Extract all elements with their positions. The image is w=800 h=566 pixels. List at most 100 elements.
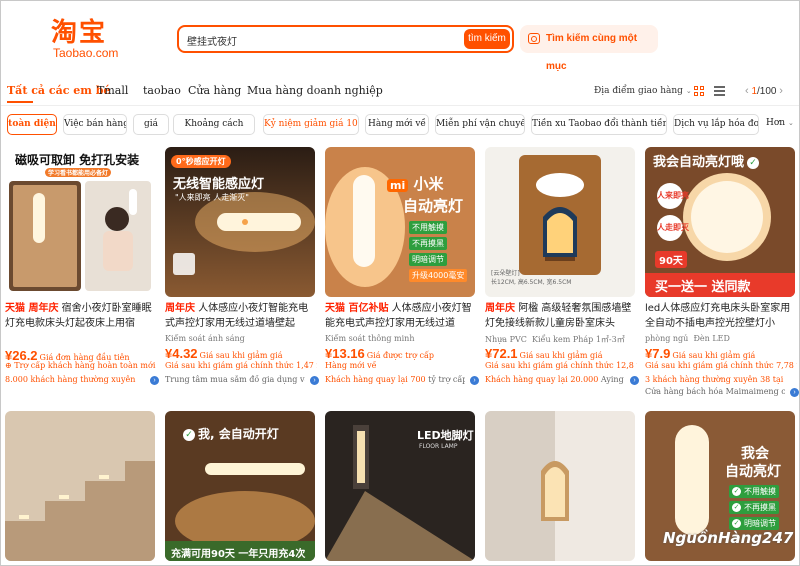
overlay-headline: LED地脚灯 bbox=[417, 429, 474, 442]
overlay-headline-2: 自动亮灯 bbox=[725, 464, 781, 480]
product-note: Hàng mới về bbox=[325, 361, 377, 370]
product-style: Kiểu kem Pháp 1㎡-3㎡ bbox=[532, 335, 625, 344]
product-attribute: Nhựa PVC Kiểu kem Pháp 1㎡-3㎡ bbox=[485, 334, 635, 345]
product-image[interactable]: [云朵壁灯] 长12CM, 高6.5CM, 宽6.5CM bbox=[485, 147, 635, 297]
store-link-icon[interactable]: › bbox=[630, 376, 639, 385]
store-link-icon[interactable]: › bbox=[150, 376, 159, 385]
overlay-promo: 买一送一 送同款 bbox=[655, 280, 751, 295]
product-image[interactable] bbox=[485, 411, 635, 561]
overlay-headline: 自动亮灯 bbox=[403, 197, 464, 215]
filter-new-arrivals[interactable]: Hàng mới về bbox=[365, 114, 429, 135]
filter-invoice-service[interactable]: Dịch vụ lắp hóa đơn bbox=[673, 114, 759, 135]
tab-all[interactable]: Tất cả các em bé bbox=[7, 83, 110, 99]
ship-to-label: Địa điểm giao hàng bbox=[594, 86, 683, 96]
overlay-badge: 人来即亮 bbox=[657, 183, 689, 209]
product-sold: 3 khách hàng thường xuyên 38 tại cửa bbox=[645, 375, 785, 384]
filter-distance[interactable]: Khoảng cách bbox=[173, 114, 255, 135]
product-title[interactable]: led人体感应灯充电床头卧室家用全自动不插电声控光控壁灯小 bbox=[645, 301, 797, 331]
product-sold-extra: tỷ trợ cấp bbox=[428, 375, 465, 384]
feature-label: 升级4000毫安 bbox=[409, 269, 468, 282]
ship-to-dropdown[interactable]: Địa điểm giao hàng ⌄ bbox=[594, 86, 692, 96]
product-tag: 周年庆 bbox=[485, 303, 515, 314]
store-link-icon[interactable]: › bbox=[310, 376, 319, 385]
chevron-down-icon: ⌄ bbox=[787, 119, 794, 127]
grid-view-icon[interactable] bbox=[694, 86, 704, 96]
product-price: ¥4.32 Giá sau khi giảm giá bbox=[165, 346, 320, 361]
watermark: NguồnHàng247 bbox=[663, 529, 794, 547]
image-search-button[interactable]: Tìm kiếm cùng một mục bbox=[520, 25, 658, 72]
product-attribute: phòng ngủ Đèn LED bbox=[645, 334, 795, 343]
price-value: ¥13.16 bbox=[325, 346, 365, 361]
product-title[interactable]: 周年庆 人体感应小夜灯智能充电式声控灯家用无线过道墙壁起 bbox=[165, 301, 317, 331]
product-title[interactable]: 天猫 百亿补贴 人体感应小夜灯智能充电式声控灯家用无线过道 bbox=[325, 301, 477, 331]
product-room: phòng ngủ bbox=[645, 334, 689, 343]
store-name: Trung tâm mua sắm đồ gia dụng và... bbox=[165, 375, 305, 384]
tab-business[interactable]: Mua hàng doanh nghiệp bbox=[247, 83, 383, 99]
store-name: Cửa hàng bách hóa Maimaimeng c... bbox=[645, 387, 785, 396]
taobao-logo[interactable]: 淘宝 Taobao.com bbox=[51, 19, 123, 59]
product-image[interactable]: ✓ 我, 会自动开灯 充满可用90天 一年只用充4次 bbox=[165, 411, 315, 561]
feature-text: 明暗调节 bbox=[744, 519, 776, 528]
page-total: /100 bbox=[757, 86, 777, 97]
feature-text: 不用触摸 bbox=[744, 487, 776, 496]
product-note: Giá sau khi giảm giá chính thức 1,47 nhâ… bbox=[165, 361, 317, 370]
filter-sales[interactable]: Việc bán hàng bbox=[63, 114, 127, 135]
product-sold: Khách hàng quay lại 20.000 Aying ... bbox=[485, 375, 625, 384]
list-view-icon[interactable] bbox=[714, 86, 725, 96]
product-type: Đèn LED bbox=[693, 334, 730, 343]
filter-bar: toàn diện Việc bán hàng giá Khoảng cách … bbox=[1, 114, 799, 136]
product-tag: 天猫 百亿补贴 bbox=[325, 303, 389, 314]
price-note: Giá được trợ cấp bbox=[366, 351, 435, 360]
tab-tmall[interactable]: Tmall bbox=[97, 83, 128, 99]
product-attribute: Kiểm soát ánh sáng bbox=[165, 334, 245, 343]
store-name-text: Aying ... bbox=[600, 375, 625, 384]
tab-taobao[interactable]: taobao bbox=[143, 83, 181, 99]
search-button[interactable]: tìm kiếm bbox=[464, 29, 510, 49]
product-image[interactable]: 我会自动亮灯哦 ✓ 人来即亮 人走即灭 90天 买一送一 送同款 bbox=[645, 147, 795, 297]
tab-stores[interactable]: Cửa hàng bbox=[188, 83, 241, 99]
feature-text: 不再摸黑 bbox=[744, 503, 776, 512]
store-link-icon[interactable]: › bbox=[790, 388, 799, 397]
filter-more-label: Hơn bbox=[766, 118, 786, 128]
overlay-footer: 充满可用90天 一年只用充4次 bbox=[171, 549, 306, 560]
search-input[interactable] bbox=[187, 31, 457, 49]
price-note: Giá sau khi giảm giá bbox=[199, 351, 283, 360]
filter-anniversary-discount[interactable]: Kỷ niệm giảm giá 10% bbox=[263, 114, 359, 135]
product-sold-text: Khách hàng quay lại 700 bbox=[325, 375, 426, 384]
filter-free-shipping[interactable]: Miễn phí vận chuyển bbox=[435, 114, 525, 135]
store-name-text: Trung tâm mua sắm đồ gia dụng và... bbox=[165, 375, 305, 384]
product-attribute: Kiểm soát thông minh bbox=[325, 334, 415, 343]
product-photo bbox=[5, 411, 155, 561]
product-tag: 周年庆 bbox=[165, 303, 195, 314]
product-image[interactable]: mi 小米 自动亮灯 不用触摸 不再摸黑 明暗调节 升级4000毫安 bbox=[325, 147, 475, 297]
active-tab-indicator bbox=[7, 101, 33, 103]
check-icon: ✓ bbox=[183, 428, 195, 441]
filter-price-label: giá bbox=[143, 119, 158, 129]
product-image[interactable]: 磁吸可取卸 免打孔安装 学习看书都能用必备灯 bbox=[5, 147, 155, 297]
next-page-icon[interactable]: › bbox=[779, 85, 783, 97]
product-price: ¥13.16 Giá được trợ cấp bbox=[325, 346, 480, 361]
check-icon: ✓ bbox=[747, 156, 760, 169]
overlay-headline-text: 我会自动亮灯哦 bbox=[653, 155, 745, 170]
product-image[interactable]: 0°秒感应开灯 无线智能感应灯 "人来即亮 人走渐灭" bbox=[165, 147, 315, 297]
product-title[interactable]: 周年庆 阿楹 高级轻奢氛围感墙壁灯免接线新款儿童房卧室床头 bbox=[485, 301, 637, 331]
filter-taobao-coins[interactable]: Tiền xu Taobao đổi thành tiền mặt bbox=[531, 114, 667, 135]
feature-text: 不再摸黑 bbox=[412, 239, 444, 248]
filter-price[interactable]: giá bbox=[133, 114, 169, 135]
pagination: ‹ 1/100 › bbox=[745, 85, 783, 97]
store-link-icon[interactable]: › bbox=[470, 376, 479, 385]
feature-label: 明暗调节 bbox=[409, 253, 447, 266]
taobao-search-page: 淘宝 Taobao.com tìm kiếm Tìm kiếm cùng một… bbox=[0, 0, 800, 566]
product-image[interactable]: LED地脚灯 FLOOR LAMP bbox=[325, 411, 475, 561]
feature-text: 不用触摸 bbox=[412, 223, 444, 232]
overlay-headline: ✓ 我, 会自动开灯 bbox=[183, 425, 279, 442]
product-tag: 天猫 周年庆 bbox=[5, 303, 59, 314]
price-note: Giá sau khi giảm giá bbox=[519, 351, 603, 360]
prev-page-icon[interactable]: ‹ bbox=[745, 85, 749, 97]
product-title[interactable]: 天猫 周年庆 宿舍小夜灯卧室睡眠灯充电款床头灯起夜床上用宿 bbox=[5, 301, 157, 331]
product-image[interactable] bbox=[5, 411, 155, 561]
filter-comprehensive[interactable]: toàn diện bbox=[7, 114, 57, 135]
product-photo bbox=[165, 147, 315, 297]
filter-more[interactable]: Hơn ⌄ bbox=[766, 118, 794, 128]
product-sold: Khách hàng quay lại 700 tỷ trợ cấp bbox=[325, 375, 465, 384]
